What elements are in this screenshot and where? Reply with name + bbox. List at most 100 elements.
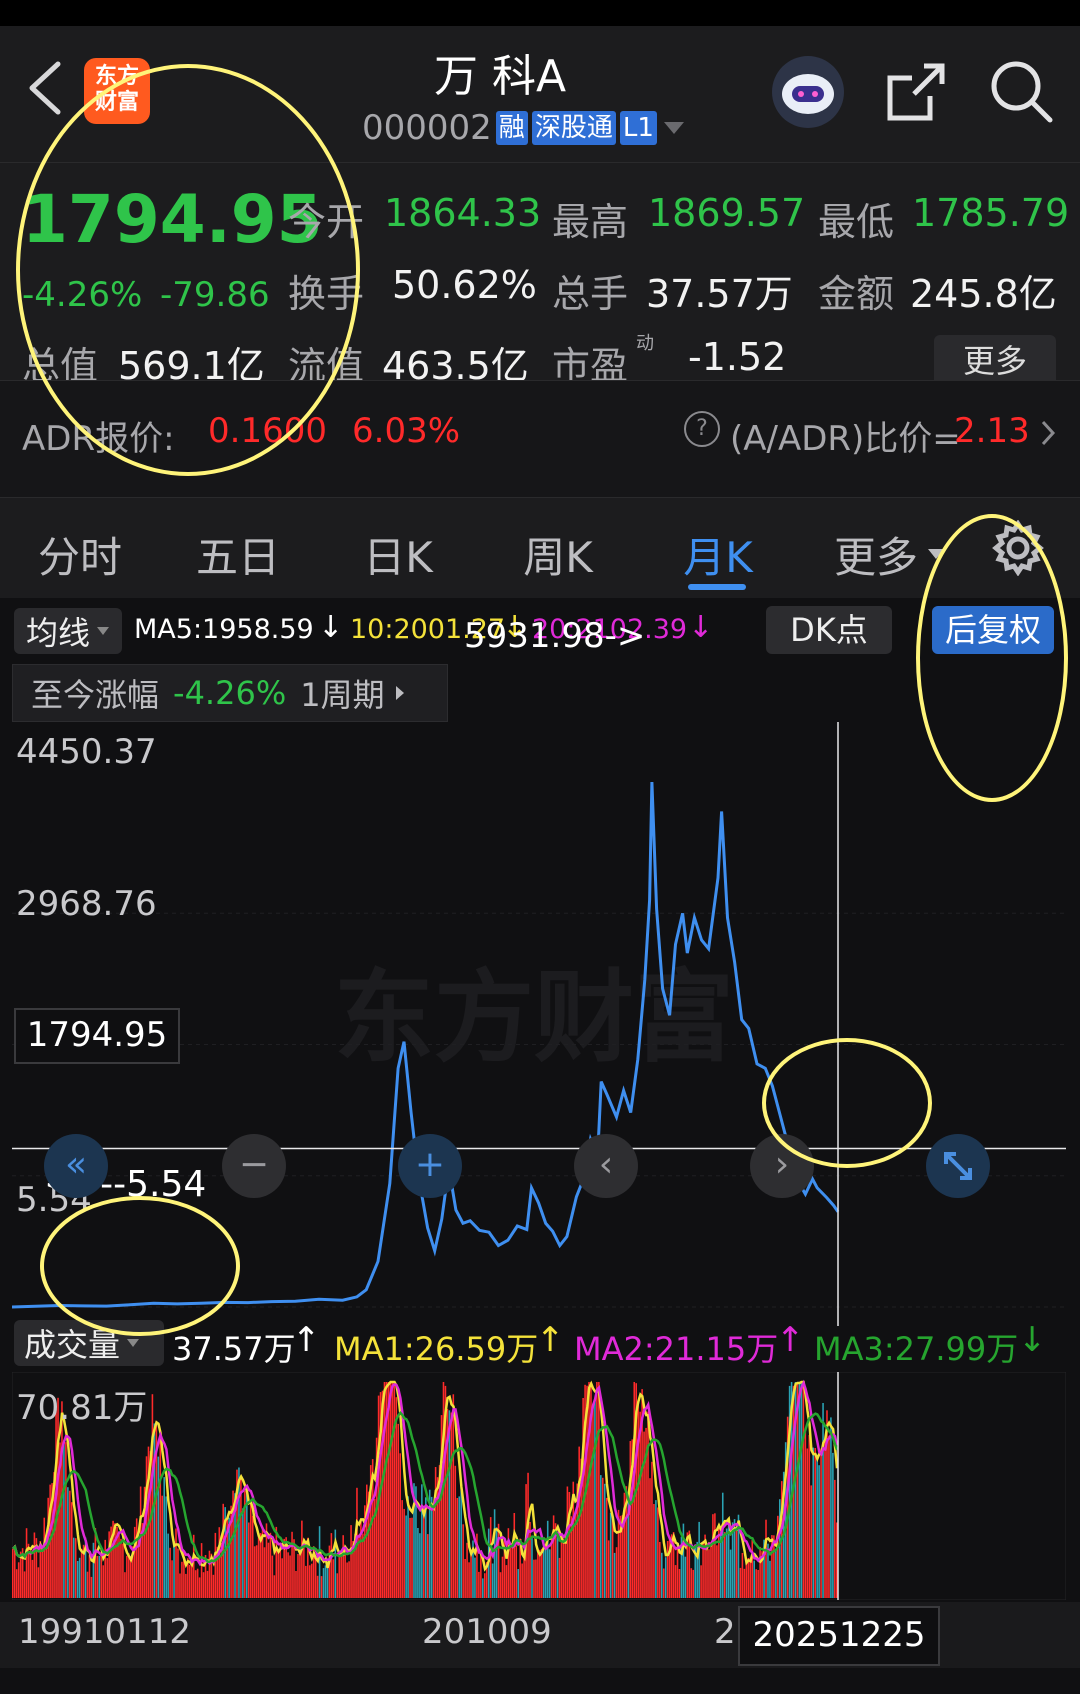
volume-bar: [17, 1562, 20, 1598]
volume-bar: [832, 1452, 834, 1598]
volume-bar: [31, 1559, 34, 1598]
volume-bar: [314, 1557, 317, 1598]
volume-bar: [531, 1536, 533, 1598]
volume-bar: [72, 1537, 75, 1598]
volume-bar: [196, 1568, 199, 1598]
volume-value: 37.57万: [646, 272, 793, 316]
period-tabs: 分时 五日 日K 周K 月K 更多: [0, 497, 1080, 599]
volume-bar: [330, 1533, 333, 1598]
turnover-value: 50.62%: [392, 263, 537, 307]
volume-bar: [411, 1517, 413, 1598]
volume-bar: [403, 1508, 405, 1598]
volume-bar: [251, 1515, 254, 1598]
volume-bar: [735, 1526, 738, 1598]
volume-bar: [820, 1448, 822, 1598]
y-tick-label: 4450.37: [16, 732, 157, 772]
volume-bar: [104, 1539, 106, 1598]
robot-assistant-icon[interactable]: [772, 56, 844, 128]
highlight-circle: [916, 514, 1068, 802]
volume-bar: [432, 1509, 435, 1598]
volume-bar: [655, 1500, 657, 1598]
tab-more[interactable]: 更多: [826, 524, 926, 585]
volume-bar: [342, 1535, 344, 1598]
volume-bar: [120, 1538, 122, 1598]
back-button[interactable]: [22, 58, 72, 118]
zoom-out-button[interactable]: −: [222, 1134, 286, 1198]
tab-five-day[interactable]: 五日: [178, 524, 298, 585]
ma5-value: MA5:1958.59: [134, 614, 314, 645]
volume-bar: [592, 1403, 594, 1598]
tab-weekly-k[interactable]: 周K: [498, 524, 618, 585]
volume-chart[interactable]: [12, 1372, 1066, 1600]
volume-bar: [765, 1519, 767, 1598]
volume-bar: [603, 1483, 606, 1598]
since-percent: -4.26%: [173, 674, 287, 712]
volume-bar: [419, 1533, 421, 1598]
search-icon: [991, 61, 1053, 123]
volume-bar: [301, 1520, 303, 1598]
volume-bar: [716, 1545, 718, 1598]
tab-monthly-k[interactable]: 月K: [658, 524, 778, 585]
volume-bar: [208, 1550, 211, 1598]
y-tick-label: 2968.76: [16, 884, 157, 924]
search-button[interactable]: [988, 58, 1054, 124]
help-icon[interactable]: ?: [684, 411, 720, 447]
volume-bar: [161, 1495, 164, 1598]
volume-bar: [657, 1507, 659, 1598]
tab-intraday[interactable]: 分时: [20, 524, 140, 585]
volume-bar: [242, 1508, 244, 1598]
volume-bar: [588, 1382, 590, 1598]
volume-bar: [710, 1546, 712, 1598]
volume-bar: [212, 1574, 215, 1598]
low-label: 最低: [818, 200, 895, 244]
volume-bar: [198, 1577, 201, 1598]
volume-bar: [248, 1522, 250, 1598]
x-axis: 19910112 201009 2( 20251225: [0, 1602, 1080, 1668]
dropdown-triangle-icon: [127, 1339, 140, 1347]
high-label: 最高: [552, 200, 629, 244]
since-change-box[interactable]: 至今涨幅 -4.26% 1周期: [12, 664, 448, 722]
volume-bar: [407, 1496, 409, 1598]
rewind-button[interactable]: «: [44, 1134, 108, 1198]
volume-bar: [662, 1568, 665, 1598]
volume-bar: [417, 1528, 419, 1598]
tab-daily-k[interactable]: 日K: [338, 524, 458, 585]
volume-bar: [177, 1548, 179, 1598]
volume-bar: [649, 1478, 651, 1598]
volume-bar: [798, 1382, 801, 1598]
volume-bar: [552, 1515, 555, 1598]
volume-bar: [692, 1569, 695, 1598]
volume-bar: [106, 1558, 108, 1598]
max-price-label: 5931.98->: [464, 616, 646, 656]
volume-bar: [676, 1543, 679, 1598]
stock-code-row[interactable]: 000002 融 深股通 L1: [362, 108, 687, 148]
volume-bar: [700, 1565, 702, 1598]
volume-bar: [257, 1536, 260, 1598]
volume-bar: [340, 1556, 342, 1598]
volume-bar: [666, 1541, 669, 1598]
volume-bar: [295, 1571, 297, 1598]
volume-bar: [397, 1423, 400, 1598]
scroll-left-button[interactable]: ‹: [574, 1134, 638, 1198]
volume-bar: [541, 1548, 543, 1598]
volume-bar: [523, 1559, 525, 1598]
volume-bar: [305, 1565, 307, 1598]
dk-point-button[interactable]: DK点: [766, 606, 892, 654]
volume-bar: [25, 1528, 28, 1598]
volume-bar: [556, 1532, 559, 1598]
volume-bar: [741, 1553, 744, 1598]
volume-bar: [33, 1532, 36, 1598]
fullscreen-button[interactable]: [926, 1134, 990, 1198]
volume-bar: [718, 1528, 720, 1598]
volume-bar: [434, 1467, 437, 1598]
volume-bar: [747, 1558, 750, 1598]
share-button[interactable]: [884, 60, 948, 124]
indicator-select[interactable]: 均线: [14, 608, 122, 654]
zoom-in-button[interactable]: +: [398, 1134, 462, 1198]
volume-bar: [393, 1382, 396, 1598]
volume-bar: [511, 1547, 514, 1598]
volume-bar: [491, 1563, 494, 1598]
volume-bar: [320, 1576, 323, 1598]
volume-bar: [684, 1556, 687, 1598]
volume-bar: [464, 1559, 466, 1598]
